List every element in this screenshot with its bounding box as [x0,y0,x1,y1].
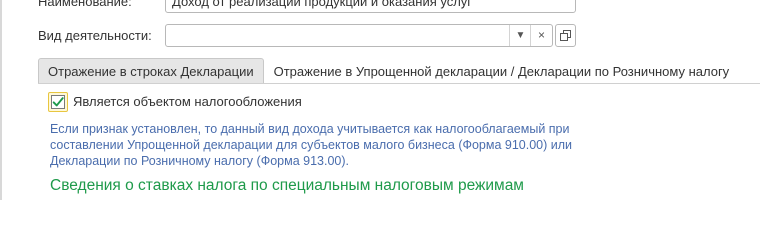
tab-divider [38,83,760,84]
section-title: Сведения о ставках налога по специальным… [50,177,524,194]
info-line: составлении Упрощенной декларации для су… [50,138,573,152]
clear-button[interactable]: × [530,25,552,46]
close-icon: × [537,28,545,42]
name-field-value: Доход от реализации продукции и оказания… [172,0,473,9]
checkmark-icon [52,97,64,107]
tab-bar: Отражение в строках Декларации Отражение… [38,58,740,84]
tab-declaration-rows[interactable]: Отражение в строках Декларации [38,58,264,84]
activity-field[interactable]: ▼ × [165,24,553,47]
taxable-checkbox-label[interactable]: Является объектом налогообложения [73,94,302,109]
name-field[interactable]: Доход от реализации продукции и оказания… [165,0,576,13]
chevron-down-icon: ▼ [515,30,526,41]
info-line: Если признак установлен, то данный вид д… [50,122,570,136]
activity-label: Вид деятельности: [38,28,152,43]
name-label: Наименование: [38,0,132,9]
checkbox-frame [51,95,65,109]
open-button[interactable] [555,24,576,47]
taxable-checkbox[interactable] [48,92,68,112]
tab-simplified-declaration[interactable]: Отражение в Упрощенной декларации / Декл… [263,58,740,84]
dropdown-button[interactable]: ▼ [509,25,531,46]
info-line: Декларации по Розничному налогу (Форма 9… [50,154,349,168]
open-window-icon [560,30,571,41]
info-text: Если признак установлен, то данный вид д… [50,121,650,169]
window-left-border [0,0,2,200]
